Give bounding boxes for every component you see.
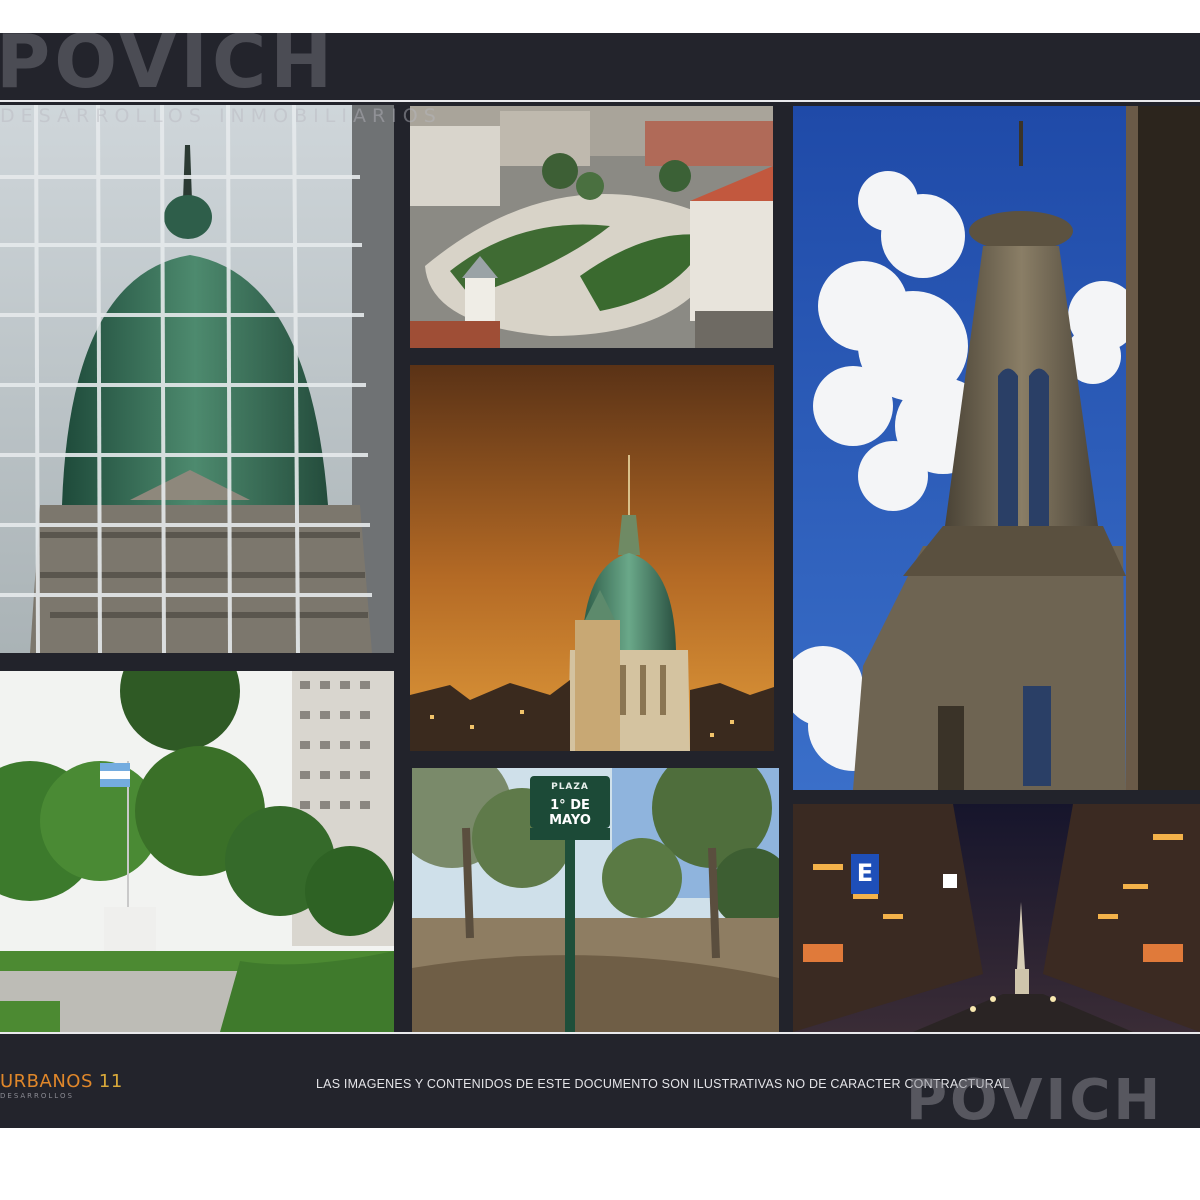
street-sign-e: E [856,859,874,887]
plaza-sign-line2: 1° DE MAYO [549,798,591,828]
photo-night-avenue: E [793,804,1200,1032]
photo-park-flag [0,671,394,1032]
photo-congress-dusk [410,365,774,751]
brand-logo-top: POVICH [0,33,337,105]
footer-divider [0,1032,1200,1034]
brand-logo-bottom: POVICH [906,1068,1164,1129]
photo-plaza-sign: PLAZA 1° DE MAYO [412,768,779,1032]
project-logo: URBANOS 11 [0,1071,123,1092]
plaza-sign-line1: PLAZA [551,782,589,792]
photo-aerial-plaza [410,106,773,348]
header-band: POVICH [0,33,1200,101]
photo-congress-reflection [0,105,394,653]
presentation-slide: POVICH DESARROLLOS INMOBILIARIOS PLAZA 1… [0,33,1200,1128]
header-divider [0,100,1200,102]
photo-tower-sky [793,106,1200,790]
project-name: URBANOS [0,1071,93,1092]
page-number: 11 [98,1071,123,1092]
brand-subtitle-top: DESARROLLOS INMOBILIARIOS [0,105,442,127]
project-subtitle: DESARROLLOS [0,1092,74,1100]
